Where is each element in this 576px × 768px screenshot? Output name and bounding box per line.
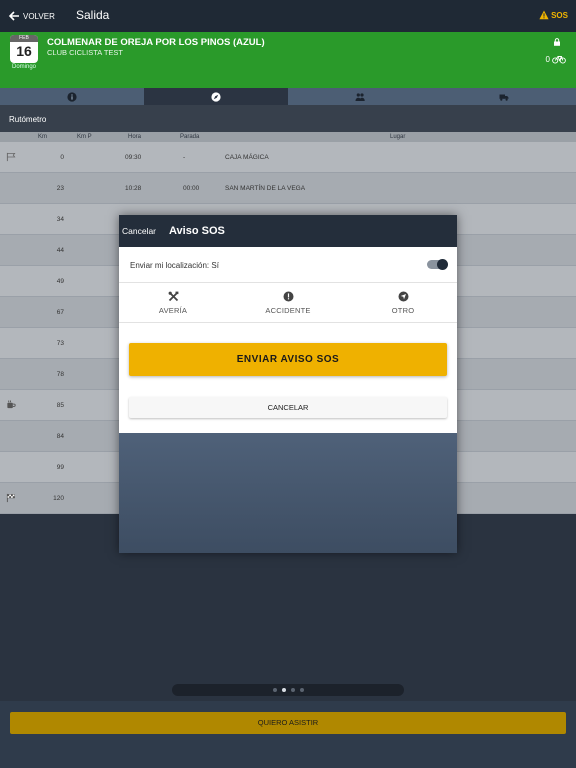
attend-button[interactable]: QUIERO ASISTIR [10,712,566,734]
route-km: 85 [56,402,64,409]
route-heading: Rutómetro [0,105,576,132]
back-label: VOLVER [23,11,55,21]
route-lugar: SAN MARTÍN DE LA VEGA [225,185,306,192]
route-lugar: CAJA MÁGICA [225,154,269,161]
start-flag-icon [6,152,16,162]
route-km: 73 [56,340,64,347]
route-km: 34 [56,216,64,223]
route-km: 23 [56,185,64,192]
footer-bar: QUIERO ASISTIR [0,701,576,768]
sos-dialog-header: Cancelar Aviso SOS [119,215,457,247]
alert-icon [283,291,293,302]
tab-bar [0,88,576,105]
bicycle-icon [552,56,566,64]
route-row[interactable]: 23 10:28 00:00 SAN MARTÍN DE LA VEGA [0,173,576,204]
route-km: 49 [56,278,64,285]
arrow-left-icon [8,11,19,21]
tab-route[interactable] [144,88,288,105]
page-dot[interactable] [281,688,286,692]
route-table-header: Km Km P Hora Parada Lugar [0,132,576,142]
location-label: Enviar mi localización: Sí [130,261,219,270]
sos-type-otro-label: OTRO [391,306,415,315]
page-dot[interactable] [272,688,277,692]
col-parada: Parada [180,134,200,140]
sos-label: SOS [551,10,568,20]
calendar-day: 16 [16,43,32,59]
send-sos-button[interactable]: ENVIAR AVISO SOS [129,343,447,376]
top-navbar: VOLVER Salida SOS [0,0,576,32]
tab-info[interactable] [0,88,144,105]
col-kmp: Km P [77,134,92,140]
participants-value: 0 [545,54,550,64]
sos-type-accidente[interactable]: ACCIDENTE [258,291,318,315]
participants-count: 0 [546,54,566,64]
warning-icon [539,10,549,20]
dialog-cancel-link[interactable]: Cancelar [122,226,156,236]
info-icon [67,91,77,102]
event-title: COLMENAR DE OREJA POR LOS PINOS (AZUL) [47,37,265,48]
event-club: CLUB CICLISTA TEST [47,48,123,57]
sos-button[interactable]: SOS [539,10,568,20]
page-title: Salida [76,8,110,22]
sos-dialog: Cancelar Aviso SOS Enviar mi localizació… [119,215,457,553]
calendar-badge: FEB 16 [10,35,38,63]
event-header: FEB 16 Domingo COLMENAR DE OREJA POR LOS… [0,32,576,88]
route-parada: - [183,154,186,161]
compass-icon [211,91,221,102]
location-toggle[interactable] [427,259,448,270]
calendar-month: FEB [10,35,38,42]
col-hora: Hora [128,134,142,140]
route-km: 67 [56,309,64,316]
lock-icon [554,38,560,46]
col-km: Km [38,134,47,140]
location-setting: Enviar mi localización: Sí [119,247,457,283]
truck-icon [499,94,509,101]
route-km: 44 [56,247,64,254]
tools-icon [168,291,178,302]
people-icon [355,92,365,101]
dialog-backdrop-area [119,433,457,553]
tab-support-vehicle[interactable] [432,88,576,105]
navigation-icon [398,291,408,302]
route-hora: 10:28 [125,185,142,192]
sos-type-averia-label: AVERÍA [158,306,188,315]
sos-type-accidente-label: ACCIDENTE [265,306,311,315]
route-parada: 00:00 [183,185,200,192]
calendar-weekday: Domingo [11,64,36,70]
route-km: 99 [56,464,64,471]
coffee-icon [7,400,16,409]
sos-type-selector: AVERÍA ACCIDENTE OTRO [119,285,457,323]
dialog-title: Aviso SOS [169,225,225,237]
col-lugar: Lugar [390,134,406,140]
route-km: 84 [56,433,64,440]
sos-type-otro[interactable]: OTRO [383,291,423,315]
sos-type-averia[interactable]: AVERÍA [153,291,193,315]
tab-participants[interactable] [288,88,432,105]
route-km: 78 [56,371,64,378]
page-indicator[interactable] [172,684,404,696]
route-km: 120 [53,495,64,502]
toggle-knob [437,259,448,270]
route-row[interactable]: 0 09:30 - CAJA MÁGICA [0,142,576,173]
page-dot[interactable] [299,688,304,692]
back-button[interactable]: VOLVER [8,9,55,23]
finish-flag-icon [6,493,15,503]
page-dot[interactable] [290,688,295,692]
cancel-button[interactable]: CANCELAR [129,397,447,418]
route-hora: 09:30 [125,154,142,161]
route-km: 0 [60,154,64,161]
